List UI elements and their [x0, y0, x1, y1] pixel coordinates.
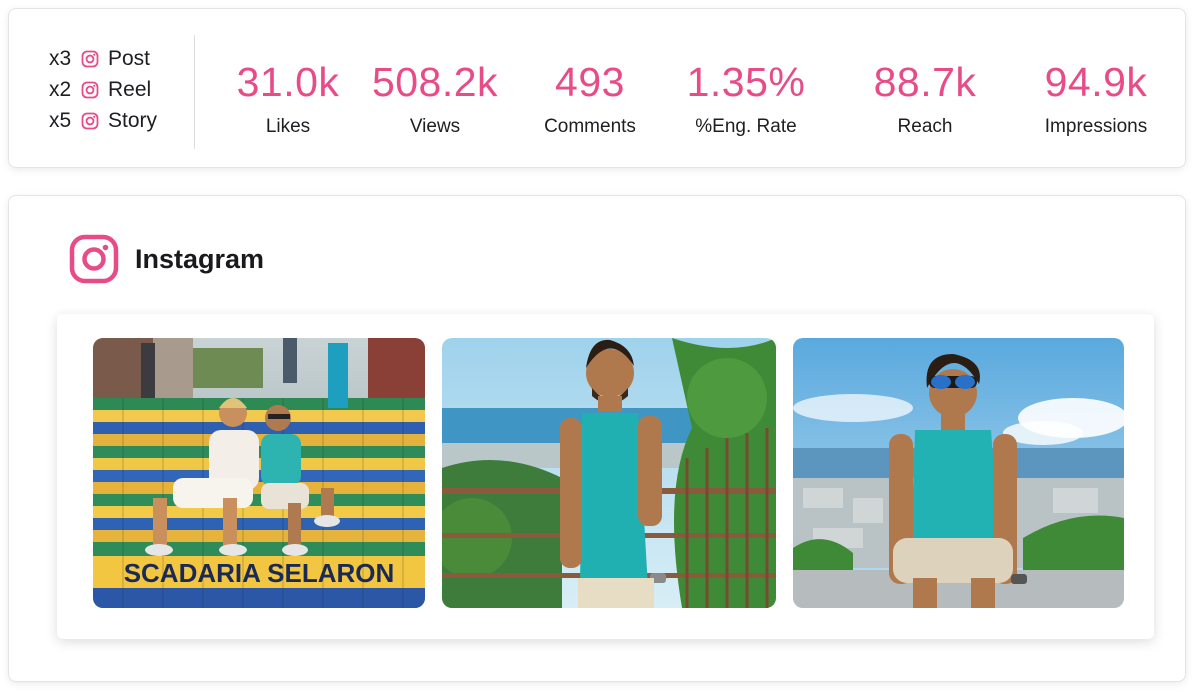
metric-value: 94.9k: [1044, 59, 1148, 105]
metric-impressions: 94.9k Impressions: [1045, 57, 1148, 138]
metric-value: 31.0k: [236, 59, 340, 105]
instagram-posts-card: Instagram SCADARIA SELARON: [8, 195, 1186, 682]
content-type-label: Story: [108, 108, 158, 132]
metric-value: 1.35%: [686, 59, 806, 105]
metric-value: 88.7k: [873, 59, 977, 105]
content-type-reel: x2 Reel: [49, 74, 189, 105]
metric-comments: 493 Comments: [544, 57, 636, 138]
metric-label: %Eng. Rate: [695, 116, 797, 137]
platform-header: Instagram: [69, 234, 264, 284]
post-image-seated[interactable]: [793, 338, 1124, 608]
vertical-divider: [194, 35, 195, 149]
content-type-list: x3 Post x2 Reel x5 Story: [49, 43, 189, 136]
stairs-photo: SCADARIA SELARON: [93, 338, 425, 608]
metric-value: 508.2k: [371, 59, 499, 105]
instagram-icon: [81, 50, 99, 67]
metric-label: Views: [409, 116, 461, 137]
metric-label: Reach: [897, 116, 953, 137]
media-gallery: SCADARIA SELARON: [57, 314, 1154, 639]
content-type-label: Post: [108, 46, 151, 70]
metrics-row: 31.0k Likes 508.2k Views 493 Comments 1.…: [209, 57, 1179, 147]
content-type-label: Reel: [108, 77, 152, 101]
metric-views: 508.2k Views: [372, 57, 498, 138]
seated-photo: [793, 338, 1124, 608]
content-type-count: x3: [49, 46, 72, 70]
railing-photo: [442, 338, 776, 608]
metric-reach: 88.7k Reach: [874, 57, 977, 138]
metric-label: Impressions: [1044, 116, 1148, 137]
stairs-banner-text: SCADARIA SELARON: [124, 558, 395, 588]
metric-engagement-rate: 1.35% %Eng. Rate: [687, 57, 806, 138]
instagram-icon: [69, 234, 119, 284]
metric-label: Likes: [265, 116, 311, 137]
post-image-stairs[interactable]: SCADARIA SELARON: [93, 338, 425, 608]
metric-label: Comments: [544, 116, 636, 137]
stats-summary-card: x3 Post x2 Reel x5 Story 31.0k Likes 508…: [8, 8, 1186, 168]
instagram-icon: [81, 81, 99, 98]
platform-title: Instagram: [135, 243, 265, 274]
metric-value: 493: [555, 59, 625, 105]
instagram-icon: [81, 112, 99, 129]
content-type-count: x5: [49, 108, 72, 132]
content-type-count: x2: [49, 77, 72, 101]
post-image-railing[interactable]: [442, 338, 776, 608]
content-type-story: x5 Story: [49, 105, 189, 136]
metric-likes: 31.0k Likes: [237, 57, 340, 138]
content-type-post: x3 Post: [49, 43, 189, 74]
